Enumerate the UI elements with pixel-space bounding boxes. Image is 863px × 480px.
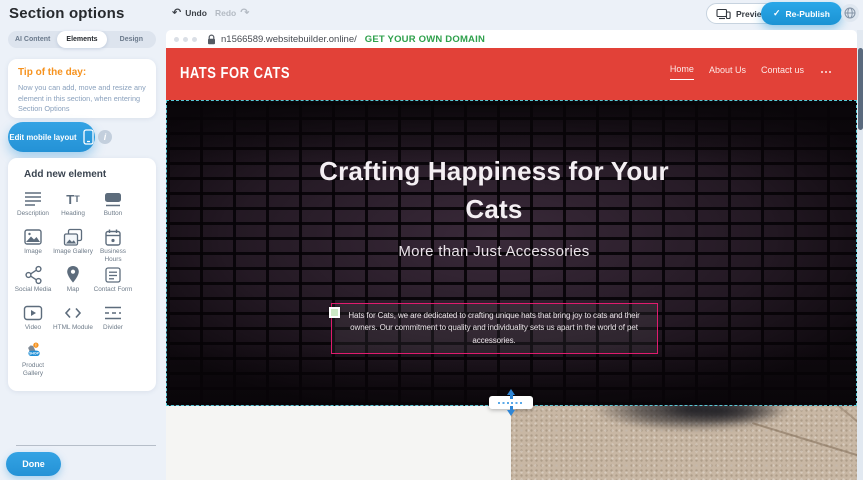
panel-divider xyxy=(16,445,156,446)
carpet-photo xyxy=(511,406,857,480)
undo-icon: ↶ xyxy=(172,7,181,18)
svg-text:!: ! xyxy=(35,343,36,348)
redo-icon: ↷ xyxy=(240,7,249,18)
resize-grip-icon xyxy=(498,402,524,404)
button-icon xyxy=(103,189,123,209)
element-html-module[interactable]: HTML Module xyxy=(53,303,93,341)
map-icon xyxy=(63,265,83,285)
page-title: Section options xyxy=(9,5,125,22)
site-nav: Home About Us Contact us xyxy=(670,64,833,80)
site-preview: HATS FOR CATS Home About Us Contact us C… xyxy=(166,48,857,480)
element-business-hours[interactable]: Business Hours xyxy=(93,227,133,265)
edit-mobile-layout-button[interactable]: Edit mobile layout xyxy=(8,122,95,152)
selection-handle[interactable] xyxy=(329,307,340,318)
info-icon[interactable]: i xyxy=(98,130,112,144)
heading-icon: TT xyxy=(63,189,83,209)
nav-item-contact[interactable]: Contact us xyxy=(761,65,804,80)
site-url[interactable]: n1566589.websitebuilder.online/ xyxy=(221,34,357,45)
lock-icon xyxy=(207,34,216,45)
image-icon xyxy=(23,227,43,247)
redo-button[interactable]: Redo ↷ xyxy=(215,7,249,18)
divider-icon xyxy=(103,303,123,323)
section-resize-handle[interactable] xyxy=(489,396,533,409)
hero-body-text: Hats for Cats, we are dedicated to craft… xyxy=(348,311,639,345)
browser-dots-icon xyxy=(174,37,197,42)
html-module-icon xyxy=(63,303,83,323)
element-heading[interactable]: TT Heading xyxy=(53,189,93,227)
devices-icon xyxy=(716,8,731,20)
panel-tab-bar: AI Content Elements Design xyxy=(8,31,156,48)
tip-heading: Tip of the day: xyxy=(18,67,146,78)
resize-arrow-up-icon xyxy=(507,389,515,395)
element-button[interactable]: Button xyxy=(93,189,133,227)
element-divider[interactable]: Divider xyxy=(93,303,133,341)
get-domain-link[interactable]: GET YOUR OWN DOMAIN xyxy=(365,34,485,45)
social-media-icon xyxy=(23,265,43,285)
next-section[interactable] xyxy=(166,406,857,480)
nav-item-home[interactable]: Home xyxy=(670,64,694,80)
element-contact-form[interactable]: Contact Form xyxy=(93,265,133,303)
republish-button[interactable]: ✓ Re-Publish xyxy=(761,2,842,25)
element-social-media[interactable]: Social Media xyxy=(13,265,53,303)
scrollbar-thumb[interactable] xyxy=(858,48,863,130)
site-header: HATS FOR CATS Home About Us Contact us xyxy=(166,48,857,100)
phone-icon xyxy=(83,129,94,145)
element-grid: Description TT Heading Button xyxy=(13,189,133,379)
hero-content: Crafting Happiness for Your Cats More th… xyxy=(167,101,856,405)
shop-badge: SHOP xyxy=(29,352,40,356)
element-map[interactable]: Map xyxy=(53,265,93,303)
globe-icon xyxy=(844,7,856,19)
site-logo[interactable]: HATS FOR CATS xyxy=(180,64,290,82)
tip-body: Now you can add, move and resize any ele… xyxy=(18,83,146,115)
nav-item-about[interactable]: About Us xyxy=(709,65,746,80)
element-video[interactable]: Video xyxy=(13,303,53,341)
element-description[interactable]: Description xyxy=(13,189,53,227)
browser-address-bar: n1566589.websitebuilder.online/ GET YOUR… xyxy=(166,30,857,48)
product-gallery-icon: SHOP ! xyxy=(23,341,43,361)
resize-arrow-down-icon xyxy=(507,410,515,416)
tab-ai-content[interactable]: AI Content xyxy=(8,31,57,48)
language-globe-button[interactable] xyxy=(841,4,859,22)
hero-section-selected[interactable]: Crafting Happiness for Your Cats More th… xyxy=(166,100,857,406)
hero-subheading[interactable]: More than Just Accessories xyxy=(167,243,821,260)
preview-scrollbar[interactable] xyxy=(857,30,863,480)
element-image-gallery[interactable]: Image Gallery xyxy=(53,227,93,265)
done-button[interactable]: Done xyxy=(6,452,61,476)
hero-heading[interactable]: Crafting Happiness for Your Cats xyxy=(298,101,690,228)
undo-button[interactable]: ↶ Undo xyxy=(172,7,207,18)
element-product-gallery[interactable]: SHOP ! Product Gallery xyxy=(13,341,53,379)
carpet-crease-2 xyxy=(817,406,857,446)
tab-elements[interactable]: Elements xyxy=(57,31,106,48)
check-icon: ✓ xyxy=(773,8,781,19)
add-new-element-card: Add new element Description TT Heading xyxy=(8,158,156,391)
business-hours-icon xyxy=(103,227,123,247)
video-icon xyxy=(23,303,43,323)
tab-design[interactable]: Design xyxy=(107,31,156,48)
hero-text-element-selected[interactable]: Hats for Cats, we are dedicated to craft… xyxy=(331,303,658,354)
contact-form-icon xyxy=(103,265,123,285)
nav-more-icon[interactable] xyxy=(819,67,833,77)
add-element-title: Add new element xyxy=(24,169,156,180)
app-window: Section options ↶ Undo Redo ↷ Preview ✓ … xyxy=(0,0,863,480)
image-gallery-icon xyxy=(63,227,83,247)
cat-shadow-2 xyxy=(661,406,781,424)
description-icon xyxy=(23,189,43,209)
tip-of-the-day-card: Tip of the day: Now you can add, move an… xyxy=(8,59,156,118)
element-image[interactable]: Image xyxy=(13,227,53,265)
